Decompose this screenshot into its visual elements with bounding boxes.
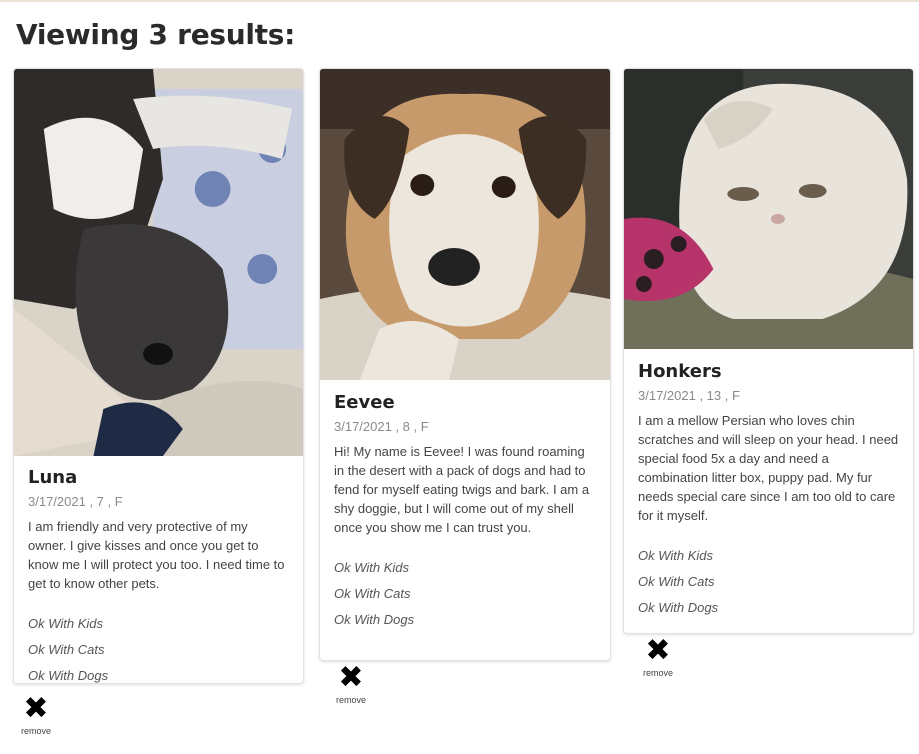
pet-meta: 3/17/2021 , 8 , F <box>334 419 429 434</box>
pet-description: Hi! My name is Eevee! I was found roamin… <box>334 444 590 535</box>
pet-card-body: Eevee 3/17/2021 , 8 , F Hi! My name is E… <box>320 392 610 633</box>
pet-card-body: Luna 3/17/2021 , 7 , F I am friendly and… <box>14 467 303 683</box>
trait-ok-with-kids: Ok With Kids <box>638 548 714 563</box>
remove-button-eevee[interactable]: ✖ remove <box>321 660 381 706</box>
results-heading: Viewing 3 results: <box>16 18 296 51</box>
trait-ok-with-cats: Ok With Cats <box>28 642 105 657</box>
pet-photo-luna <box>14 69 303 456</box>
trait-ok-with-kids: Ok With Kids <box>334 560 410 575</box>
remove-button-luna[interactable]: ✖ remove <box>6 691 66 737</box>
remove-label: remove <box>642 668 673 678</box>
pet-description: I am a mellow Persian who loves chin scr… <box>638 413 899 523</box>
pet-name: Eevee <box>334 392 395 413</box>
pet-photo-honkers <box>624 69 913 349</box>
trait-ok-with-dogs: Ok With Dogs <box>334 612 415 627</box>
close-x-icon: ✖ <box>338 660 364 695</box>
pet-meta: 3/17/2021 , 13 , F <box>638 388 740 403</box>
pet-traits: Ok With Kids Ok With Cats Ok With Dogs <box>334 555 596 633</box>
pet-card-luna: Luna 3/17/2021 , 7 , F I am friendly and… <box>13 68 304 684</box>
trait-ok-with-dogs: Ok With Dogs <box>28 668 109 683</box>
remove-button-honkers[interactable]: ✖ remove <box>628 633 688 679</box>
remove-label: remove <box>335 695 366 705</box>
pet-card-body: Honkers 3/17/2021 , 13 , F I am a mellow… <box>624 361 913 621</box>
pet-description: I am friendly and very protective of my … <box>28 519 285 591</box>
close-x-icon: ✖ <box>645 633 671 668</box>
pet-traits: Ok With Kids Ok With Cats Ok With Dogs <box>28 611 289 683</box>
pet-card-honkers: Honkers 3/17/2021 , 13 , F I am a mellow… <box>623 68 914 634</box>
close-x-icon: ✖ <box>23 691 49 726</box>
trait-ok-with-kids: Ok With Kids <box>28 616 104 631</box>
remove-label: remove <box>20 726 51 736</box>
pet-name: Luna <box>28 467 78 488</box>
trait-ok-with-dogs: Ok With Dogs <box>638 600 719 615</box>
trait-ok-with-cats: Ok With Cats <box>638 574 715 589</box>
pet-traits: Ok With Kids Ok With Cats Ok With Dogs <box>638 543 899 621</box>
pet-name: Honkers <box>638 361 722 382</box>
trait-ok-with-cats: Ok With Cats <box>334 586 411 601</box>
pet-photo-eevee <box>320 69 610 380</box>
pet-card-eevee: Eevee 3/17/2021 , 8 , F Hi! My name is E… <box>319 68 611 661</box>
pet-meta: 3/17/2021 , 7 , F <box>28 494 123 509</box>
